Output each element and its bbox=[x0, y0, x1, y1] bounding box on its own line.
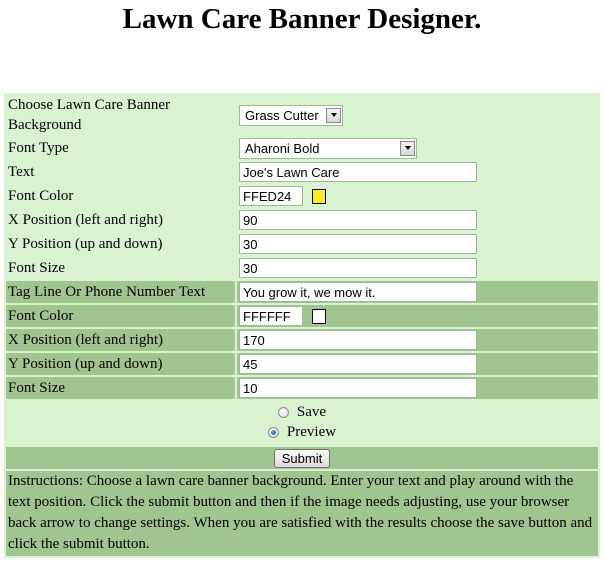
tag-font-color-swatch bbox=[311, 308, 326, 324]
preview-radio[interactable] bbox=[267, 427, 279, 438]
page-title: Lawn Care Banner Designer. bbox=[122, 3, 482, 35]
background-select[interactable]: Grass Cutter bbox=[239, 104, 343, 126]
chevron-down-icon[interactable] bbox=[326, 107, 341, 123]
y-position-input[interactable] bbox=[239, 234, 477, 254]
tag-x-position-label: X Position (left and right) bbox=[6, 329, 235, 351]
row-text: Text bbox=[6, 161, 598, 183]
instructions-text: Instructions: Choose a lawn care banner … bbox=[6, 471, 598, 556]
row-background: Choose Lawn Care Banner Background Grass… bbox=[6, 95, 598, 135]
font-type-label: Font Type bbox=[6, 137, 235, 159]
chevron-down-icon[interactable] bbox=[400, 140, 415, 156]
tag-font-color-input[interactable] bbox=[239, 306, 303, 326]
x-position-label: X Position (left and right) bbox=[6, 209, 235, 231]
submit-button[interactable]: Submit bbox=[273, 448, 331, 468]
row-tag-y-position: Y Position (up and down) bbox=[6, 353, 598, 375]
background-label: Choose Lawn Care Banner Background bbox=[6, 95, 235, 135]
save-radio[interactable] bbox=[277, 407, 289, 418]
row-font-size: Font Size bbox=[6, 257, 598, 279]
row-tag-font-size: Font Size bbox=[6, 377, 598, 399]
row-submit: Submit bbox=[6, 447, 598, 469]
font-size-input[interactable] bbox=[239, 258, 477, 278]
background-select-value: Grass Cutter bbox=[245, 107, 319, 123]
font-color-swatch bbox=[311, 188, 326, 204]
row-x-position: X Position (left and right) bbox=[6, 209, 598, 231]
row-tag-font-color: Font Color bbox=[6, 305, 598, 327]
font-size-label: Font Size bbox=[6, 257, 235, 279]
tag-font-size-input[interactable] bbox=[239, 378, 477, 398]
tagline-label: Tag Line Or Phone Number Text bbox=[6, 281, 235, 303]
tagline-input[interactable] bbox=[239, 282, 477, 302]
preview-option[interactable]: Preview bbox=[6, 423, 598, 443]
text-label: Text bbox=[6, 161, 235, 183]
row-y-position: Y Position (up and down) bbox=[6, 233, 598, 255]
font-type-select[interactable]: Aharoni Bold bbox=[239, 137, 417, 159]
row-font-type: Font Type Aharoni Bold bbox=[6, 137, 598, 159]
row-instructions: Instructions: Choose a lawn care banner … bbox=[6, 471, 598, 556]
text-input[interactable] bbox=[239, 162, 477, 182]
tag-font-color-label: Font Color bbox=[6, 305, 235, 327]
preview-radio-label: Preview bbox=[286, 424, 337, 440]
row-action: Save Preview bbox=[6, 401, 598, 445]
x-position-input[interactable] bbox=[239, 210, 477, 230]
font-color-label: Font Color bbox=[6, 185, 235, 207]
tag-y-position-input[interactable] bbox=[239, 354, 477, 374]
y-position-label: Y Position (up and down) bbox=[6, 233, 235, 255]
font-color-input[interactable] bbox=[239, 186, 303, 206]
save-radio-label: Save bbox=[296, 404, 327, 420]
tag-y-position-label: Y Position (up and down) bbox=[6, 353, 235, 375]
row-tag-x-position: X Position (left and right) bbox=[6, 329, 598, 351]
save-option[interactable]: Save bbox=[6, 403, 598, 423]
row-tagline: Tag Line Or Phone Number Text bbox=[6, 281, 598, 303]
tag-font-size-label: Font Size bbox=[6, 377, 235, 399]
banner-form: Choose Lawn Care Banner Background Grass… bbox=[4, 93, 600, 558]
tag-x-position-input[interactable] bbox=[239, 330, 477, 350]
row-font-color: Font Color bbox=[6, 185, 598, 207]
font-type-select-value: Aharoni Bold bbox=[245, 140, 320, 156]
